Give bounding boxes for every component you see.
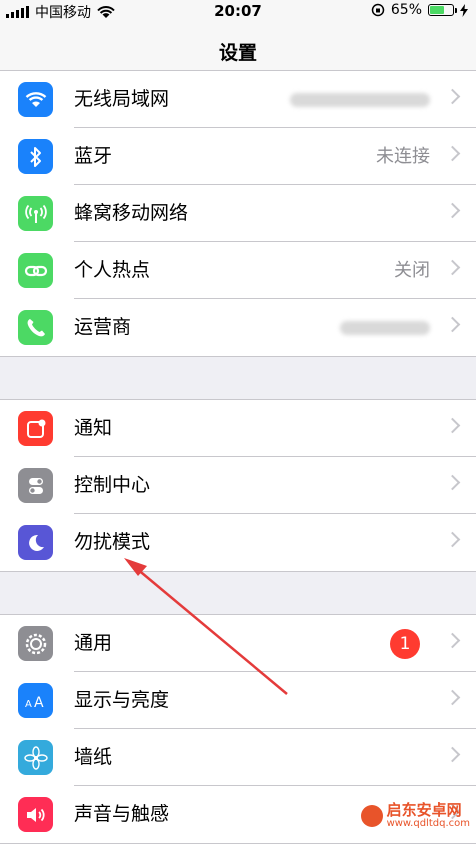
- speaker-icon: [18, 797, 53, 832]
- chevron-right-icon: [444, 474, 461, 491]
- chevron-right-icon: [444, 417, 461, 434]
- chevron-right-icon: [444, 259, 461, 276]
- chevron-right-icon: [444, 202, 461, 219]
- charging-icon: [460, 3, 468, 17]
- row-wallpaper[interactable]: 墙纸: [0, 729, 476, 786]
- update-badge: 1: [390, 629, 420, 659]
- moon-icon: [18, 525, 53, 560]
- wifi-icon: [18, 82, 53, 117]
- svg-text:A: A: [25, 699, 32, 709]
- svg-text:A: A: [34, 695, 44, 709]
- row-general[interactable]: 通用 1: [0, 615, 476, 672]
- chevron-right-icon: [444, 316, 461, 333]
- gear-icon: [18, 626, 53, 661]
- row-control-center[interactable]: 控制中心: [0, 457, 476, 514]
- notification-icon: [18, 411, 53, 446]
- chevron-right-icon: [444, 746, 461, 763]
- row-label: 显示与亮度: [74, 689, 170, 711]
- row-label: 蜂窝移动网络: [74, 202, 189, 224]
- control-center-icon: [18, 468, 53, 503]
- row-label: 勿扰模式: [74, 531, 151, 553]
- row-notifications[interactable]: 通知: [0, 400, 476, 457]
- chevron-right-icon: [444, 145, 461, 162]
- row-do-not-disturb[interactable]: 勿扰模式: [0, 514, 476, 571]
- row-label: 运营商: [74, 316, 132, 338]
- row-label: 个人热点: [74, 259, 151, 281]
- chevron-right-icon: [444, 689, 461, 706]
- status-bar: 中国移动 20:07 65%: [0, 0, 476, 22]
- redacted-value: [340, 321, 430, 335]
- row-carrier[interactable]: 运营商: [0, 299, 476, 356]
- watermark: 启东安卓网 www.qdltdq.com: [360, 801, 470, 829]
- redacted-value: [290, 93, 430, 107]
- watermark-url: www.qdltdq.com: [386, 818, 470, 829]
- page-title: 设置: [218, 42, 257, 64]
- row-hotspot[interactable]: 个人热点 关闭: [0, 242, 476, 299]
- chevron-right-icon: [444, 531, 461, 548]
- chevron-right-icon: [444, 88, 461, 105]
- flower-icon: [18, 740, 53, 775]
- row-label: 无线局域网: [74, 88, 170, 110]
- row-wifi[interactable]: 无线局域网: [0, 71, 476, 128]
- text-size-icon: AA: [18, 683, 53, 718]
- row-cellular[interactable]: 蜂窝移动网络: [0, 185, 476, 242]
- row-display-brightness[interactable]: AA 显示与亮度: [0, 672, 476, 729]
- row-value: 未连接: [376, 146, 430, 167]
- status-right: 65%: [371, 2, 468, 18]
- settings-group-notifications: 通知 控制中心 勿扰模式: [0, 399, 476, 572]
- row-label: 声音与触感: [74, 803, 170, 825]
- antenna-icon: [18, 196, 53, 231]
- row-label: 蓝牙: [74, 145, 113, 167]
- row-label: 墙纸: [74, 746, 113, 768]
- row-label: 通知: [74, 417, 113, 439]
- battery-percent: 65%: [390, 2, 422, 18]
- row-bluetooth[interactable]: 蓝牙 未连接: [0, 128, 476, 185]
- chevron-right-icon: [444, 632, 461, 649]
- watermark-title: 启东安卓网: [386, 801, 462, 819]
- row-label: 通用: [74, 632, 113, 654]
- phone-icon: [18, 310, 53, 345]
- row-value: 关闭: [394, 260, 430, 281]
- orientation-lock-icon: [371, 3, 385, 17]
- watermark-logo-icon: [360, 804, 383, 827]
- battery-fill: [430, 6, 444, 14]
- row-label: 控制中心: [74, 474, 151, 496]
- settings-group-connectivity: 无线局域网 蓝牙 未连接 蜂窝移动网络 个人热点 关闭 运营商: [0, 70, 476, 357]
- bluetooth-icon: [18, 139, 53, 174]
- battery-icon: [428, 4, 457, 16]
- hotspot-icon: [18, 253, 53, 288]
